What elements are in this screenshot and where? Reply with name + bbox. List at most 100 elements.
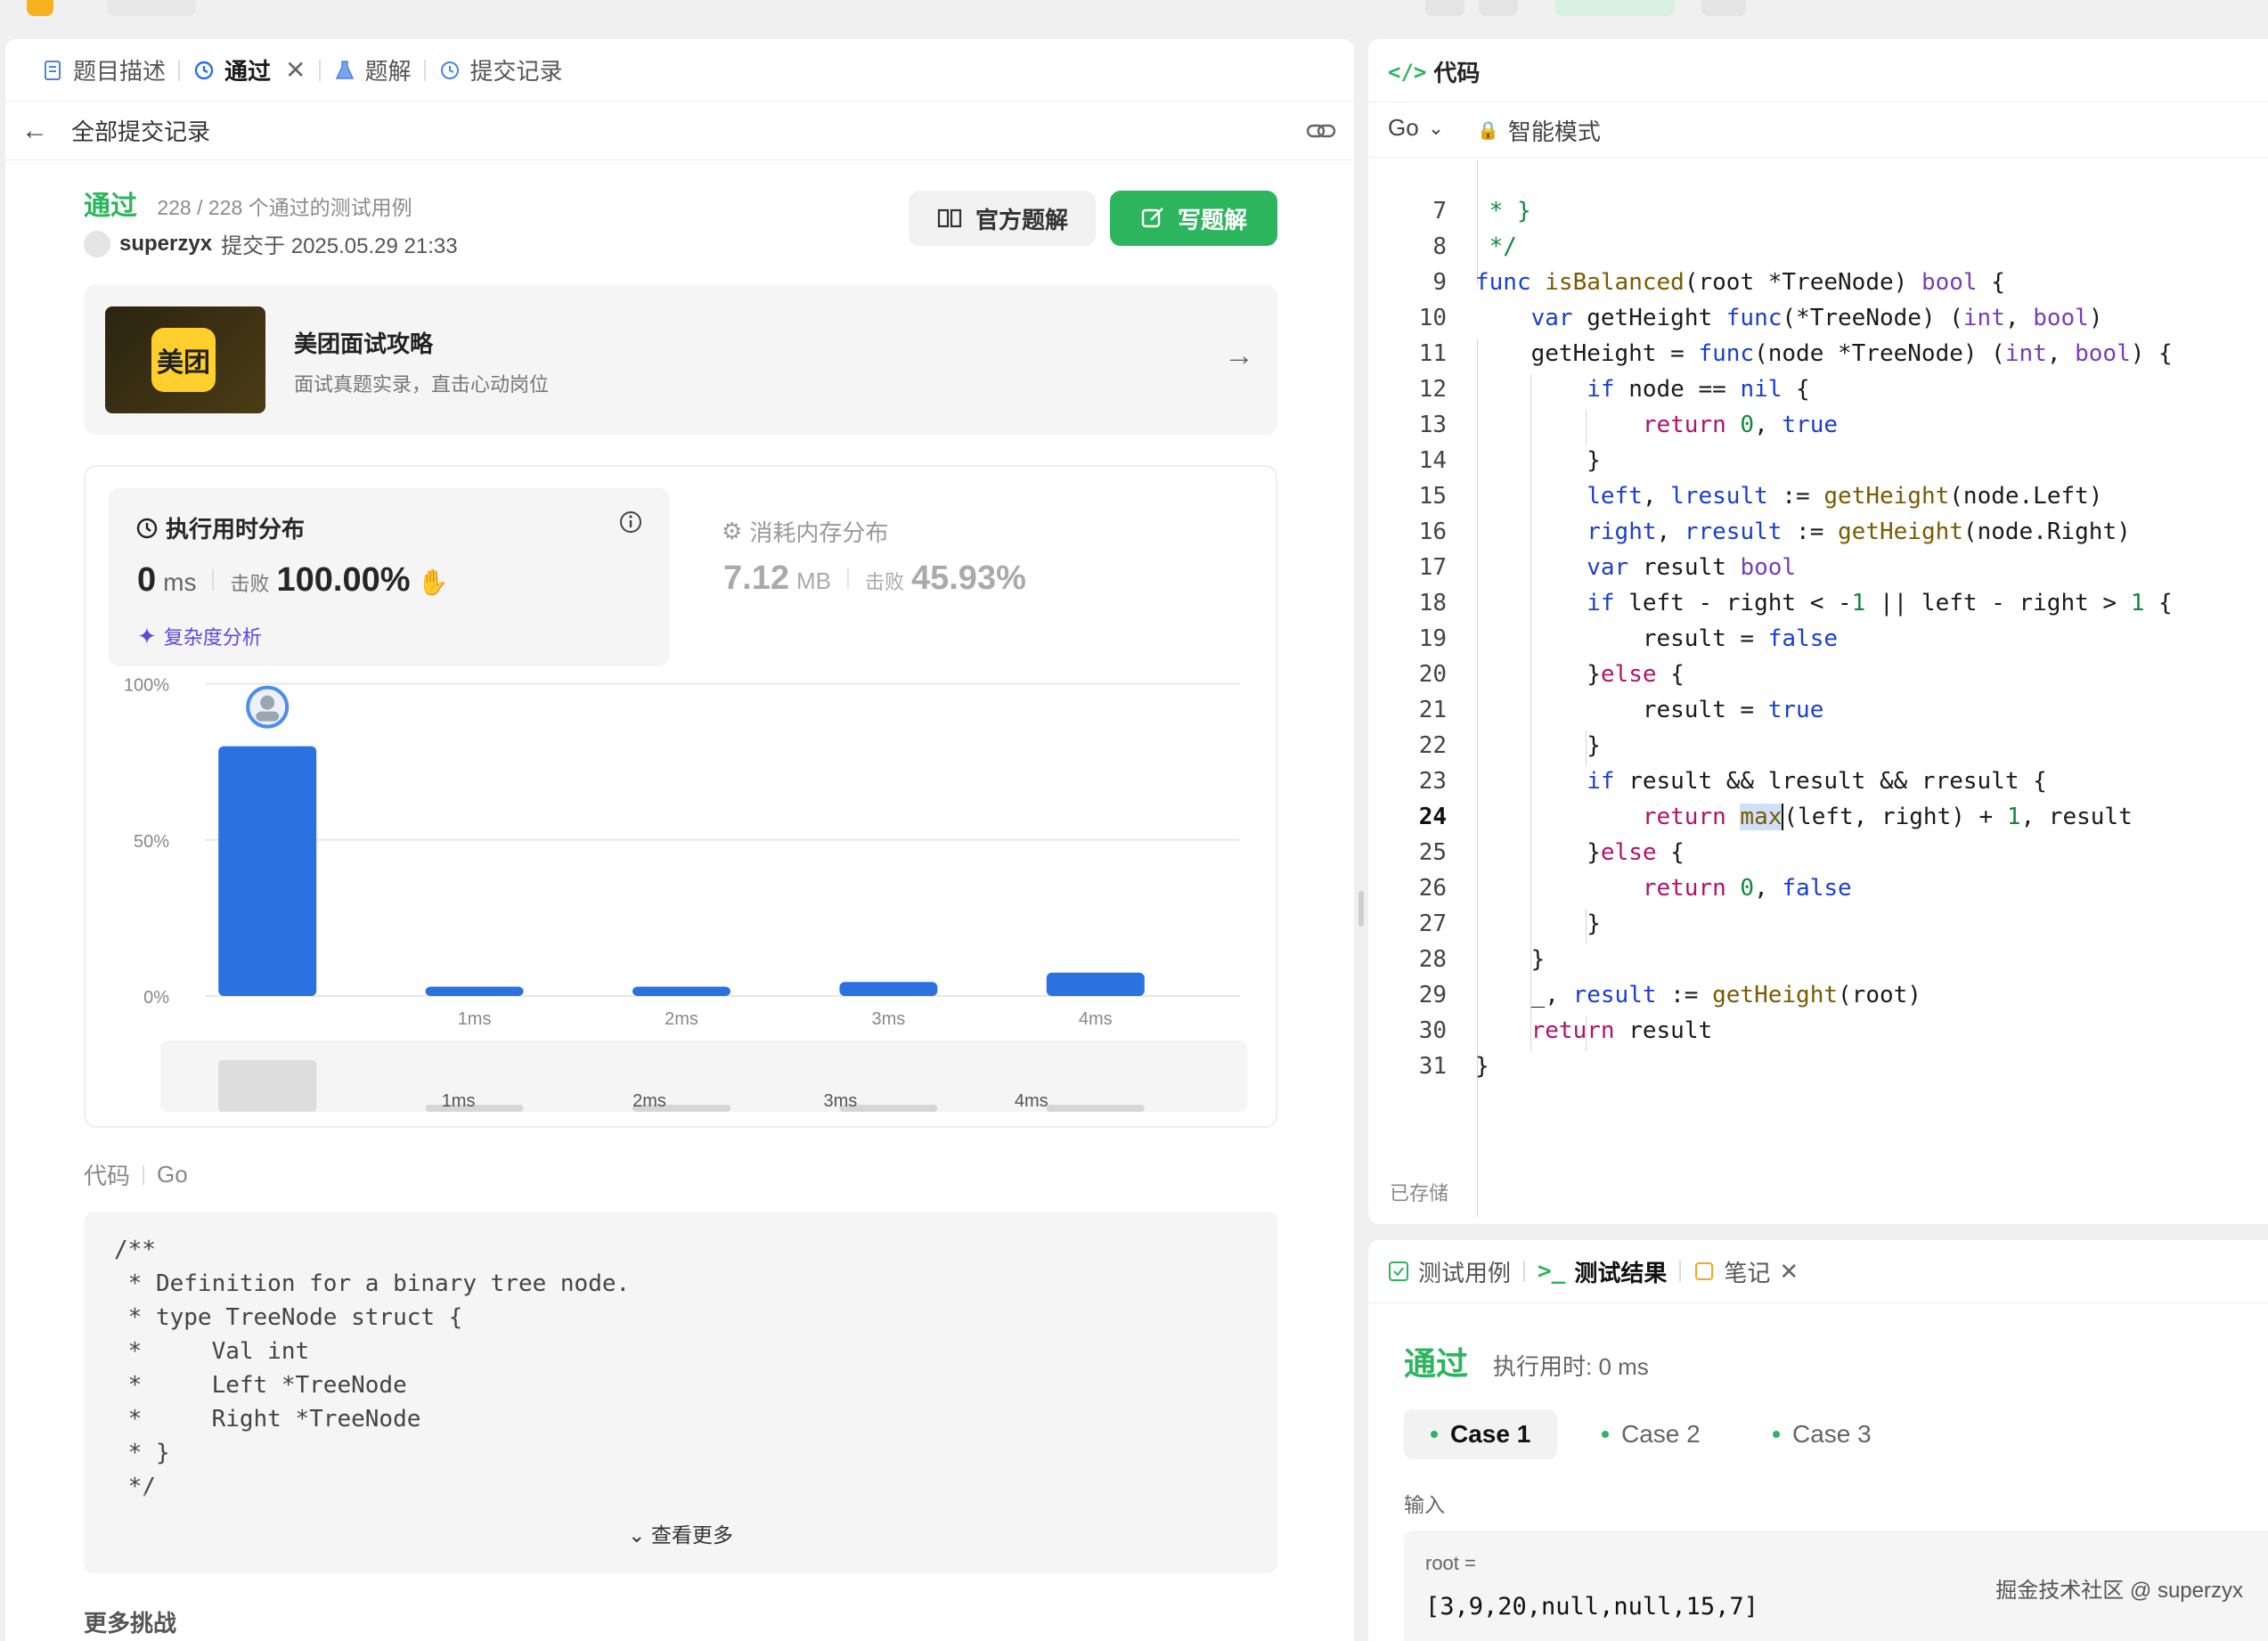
code-line: var getHeight func(*TreeNode) (int, bool… xyxy=(1530,305,2103,331)
history-icon xyxy=(194,61,214,79)
overview-label: 3ms xyxy=(824,1091,858,1111)
beats-label: 击败 xyxy=(230,573,270,595)
link-icon[interactable] xyxy=(1306,119,1336,143)
complexity-link[interactable]: ✦ 复杂度分析 xyxy=(137,622,262,650)
line-number: 20 xyxy=(1418,661,1447,688)
case-tab-1[interactable]: Case 1 xyxy=(1404,1409,1558,1459)
overview-track xyxy=(160,1041,1247,1112)
code-line: getHeight = func(node *TreeNode) (int, b… xyxy=(1475,340,2173,367)
debug-icon[interactable] xyxy=(1425,0,1464,16)
tab-test-result[interactable]: >_ 测试结果 xyxy=(1538,1255,1667,1288)
case-tab-3[interactable]: Case 3 xyxy=(1746,1409,1898,1459)
pass-dot xyxy=(1431,1431,1438,1438)
line-number: 13 xyxy=(1418,412,1447,438)
arrow-right-icon: → xyxy=(1224,339,1254,372)
avatar-body xyxy=(256,711,280,722)
editor-title: </> 代码 xyxy=(1388,59,1481,87)
line-number: 15 xyxy=(1418,483,1447,510)
line-number: 23 xyxy=(1418,768,1447,795)
y-tick-label: 0% xyxy=(143,988,169,1008)
divider xyxy=(212,569,215,591)
submission-subheader: ← 全部提交记录 xyxy=(5,102,1354,160)
run-icon[interactable] xyxy=(1479,0,1518,16)
code-line: right, rresult := getHeight(node.Right) xyxy=(1587,518,2131,545)
all-submissions-link[interactable]: 全部提交记录 xyxy=(71,114,210,147)
case-tab-2[interactable]: Case 2 xyxy=(1575,1409,1727,1459)
username[interactable]: superzyx xyxy=(119,232,212,257)
watermark: 掘金技术社区 @ superzyx xyxy=(1995,1579,2243,1603)
line-number: 9 xyxy=(1432,269,1447,296)
edit-icon xyxy=(1141,208,1163,228)
code-line: } xyxy=(1475,447,1601,474)
logo-icon[interactable] xyxy=(27,0,53,16)
code-line: } xyxy=(1475,1053,1489,1080)
input-label: 输入 xyxy=(1404,1493,1445,1516)
promo-card[interactable]: 美团 美团面试攻略 面试真题实录，直击心动岗位 → xyxy=(84,285,1277,435)
code-line: * Val int xyxy=(114,1338,310,1365)
code-line: }else { xyxy=(1475,839,1685,866)
test-count: 228 / 228 个通过的测试用例 xyxy=(157,196,412,219)
language-select[interactable]: Go ⌄ xyxy=(1388,114,1444,142)
more-challenges-heading: 更多挑战 xyxy=(84,1610,177,1637)
tab-accepted[interactable]: 通过 ✕ xyxy=(180,39,318,102)
code-line: if left - right < -1 || left - right > 1… xyxy=(1587,590,2173,616)
result-summary: 通过 执行用时: 0 ms xyxy=(1404,1338,1649,1384)
top-toolbar xyxy=(0,0,2268,25)
code-line: /** xyxy=(114,1237,156,1263)
smart-mode-toggle[interactable]: 🔒 智能模式 xyxy=(1477,114,1601,147)
line-number: 16 xyxy=(1418,518,1447,545)
tab-solutions[interactable]: 题解 xyxy=(321,39,424,102)
submitted-code: /** * Definition for a binary tree node.… xyxy=(84,1212,1277,1573)
chart-bar xyxy=(1046,972,1145,996)
chart-bar xyxy=(425,986,524,996)
line-number: 26 xyxy=(1418,875,1447,902)
problem-list-button[interactable] xyxy=(107,0,196,16)
divider xyxy=(1368,157,2268,158)
tab-divider xyxy=(1523,1261,1526,1282)
code-line: } xyxy=(1475,946,1546,973)
runtime-box[interactable]: 执行用时分布 0 ms 击败 100.00% ✋ ✦ 复杂度分析 xyxy=(109,488,670,666)
line-number: 22 xyxy=(1418,732,1447,759)
code-line: * Left *TreeNode xyxy=(114,1372,407,1399)
code-line: var result bool xyxy=(1587,554,1797,581)
line-number: 24 xyxy=(1418,804,1447,830)
tab-submissions[interactable]: 提交记录 xyxy=(426,39,575,102)
terminal-icon: >_ xyxy=(1538,1258,1566,1285)
code-line: return max(left, right) + 1, result xyxy=(1642,804,2133,830)
sparkle-icon: ✦ xyxy=(137,622,157,649)
pass-dot xyxy=(1773,1431,1780,1438)
close-icon[interactable]: ✕ xyxy=(285,55,306,85)
view-more-button[interactable]: ⌄ 查看更多 xyxy=(84,1518,1277,1552)
divider xyxy=(846,567,849,589)
overview-bar xyxy=(1046,1105,1145,1112)
official-solution-button[interactable]: 官方题解 xyxy=(909,191,1096,246)
panel-resize-handle[interactable] xyxy=(1358,891,1364,927)
close-icon[interactable]: ✕ xyxy=(1779,1258,1799,1286)
runtime-distribution-chart[interactable]: 100% 50% 0% 1ms 2ms 3ms 4ms 1ms 2ms 3ms 4ms xyxy=(86,663,1276,1126)
tab-notes[interactable]: 笔记 ✕ xyxy=(1693,1255,1799,1288)
code-line: * } xyxy=(1475,198,1531,225)
info-icon[interactable] xyxy=(618,510,643,535)
memory-unit: MB xyxy=(795,567,831,594)
code-line: result = true xyxy=(1475,697,1824,723)
left-tab-bar: 题目描述 通过 ✕ 题解 提交记录 xyxy=(5,39,1354,102)
code-line: if node == nil { xyxy=(1587,376,1810,403)
input-var-value: [3,9,20,null,null,15,7] xyxy=(1425,1593,1758,1621)
tab-label: 题目描述 xyxy=(73,58,167,85)
chart-bar xyxy=(839,982,938,996)
promo-image: 美团 xyxy=(105,306,265,413)
line-number: 31 xyxy=(1418,1053,1447,1080)
line-number: 18 xyxy=(1418,590,1447,616)
submitter-row: superzyx 提交于 2025.05.29 21:33 xyxy=(84,228,458,259)
tab-description[interactable]: 题目描述 xyxy=(29,39,178,102)
note-icon[interactable] xyxy=(1701,0,1746,16)
line-number: 19 xyxy=(1418,625,1447,652)
divider xyxy=(1368,1302,2268,1303)
history-icon xyxy=(440,61,459,79)
tab-testcase[interactable]: 测试用例 xyxy=(1388,1255,1511,1288)
submit-button[interactable] xyxy=(1555,0,1675,16)
memory-title[interactable]: ⚙ 消耗内存分布 xyxy=(722,515,888,548)
back-arrow-icon[interactable]: ← xyxy=(21,116,48,146)
line-number: 21 xyxy=(1418,697,1447,723)
write-solution-button[interactable]: 写题解 xyxy=(1110,191,1277,246)
